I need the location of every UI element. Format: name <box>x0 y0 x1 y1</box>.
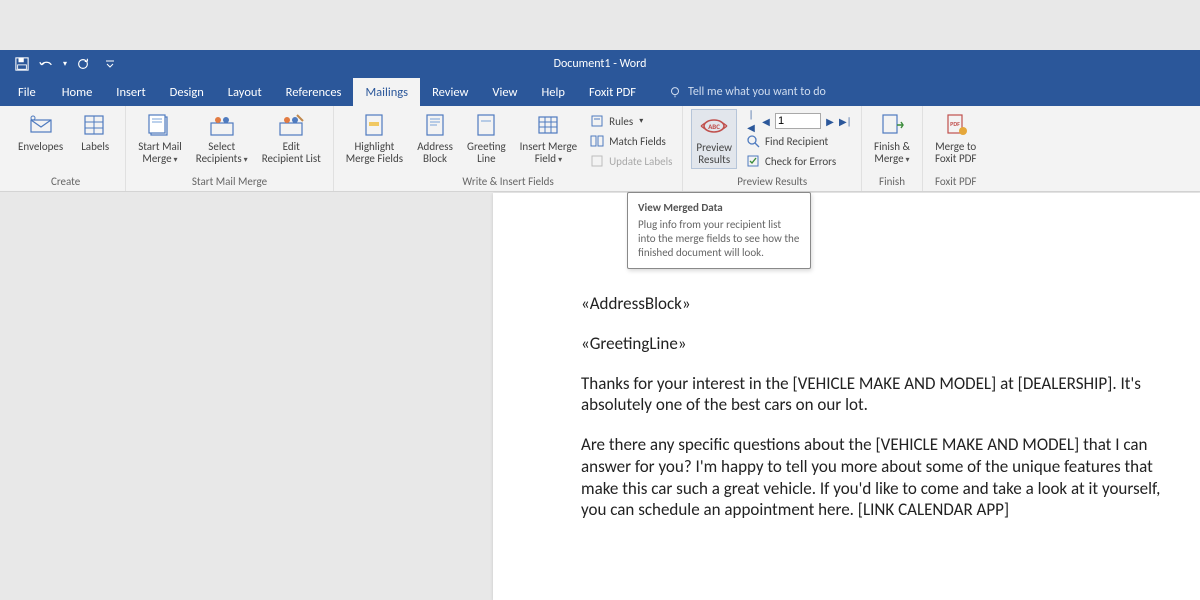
group-preview-label: Preview Results <box>691 175 853 189</box>
group-preview-results: ABC PreviewResults |◀ ◀ ▶ ▶| Find Recipi… <box>683 106 862 191</box>
tooltip-title: View Merged Data <box>638 201 800 214</box>
match-icon <box>589 133 605 149</box>
select-recipients-button[interactable]: SelectRecipients▾ <box>192 109 252 168</box>
tab-help[interactable]: Help <box>529 78 576 106</box>
foxit-pdf-icon: PDF <box>941 111 971 139</box>
tab-foxit[interactable]: Foxit PDF <box>577 78 648 106</box>
rules-button[interactable]: Rules▾ <box>587 111 674 131</box>
group-start-label: Start Mail Merge <box>134 175 325 189</box>
bulb-icon <box>668 85 682 99</box>
document-page[interactable]: «AddressBlock» «GreetingLine» Thanks for… <box>493 193 1200 600</box>
group-finish: Finish &Merge▾ Finish <box>862 106 923 191</box>
write-small-buttons: Rules▾ Match Fields Update Labels <box>587 109 674 171</box>
edit-recipient-list-button[interactable]: EditRecipient List <box>258 109 325 167</box>
group-create-label: Create <box>14 175 117 189</box>
address-block-icon <box>420 111 450 139</box>
envelopes-button[interactable]: Envelopes <box>14 109 67 155</box>
check-errors-button[interactable]: Check for Errors <box>743 151 853 171</box>
start-mail-merge-button[interactable]: Start MailMerge▾ <box>134 109 186 168</box>
tab-file[interactable]: File <box>10 78 50 106</box>
find-recipient-button[interactable]: Find Recipient <box>743 131 853 151</box>
customize-qat-icon[interactable] <box>105 59 115 69</box>
titlebar: ▾ Document1 - Word <box>0 50 1200 78</box>
highlight-merge-fields-button[interactable]: HighlightMerge Fields <box>342 109 407 167</box>
preview-results-icon: ABC <box>699 112 729 140</box>
group-write-label: Write & Insert Fields <box>342 175 675 189</box>
tabs-row: File Home Insert Design Layout Reference… <box>0 78 1200 106</box>
update-labels-button: Update Labels <box>587 151 674 171</box>
undo-dropdown-icon[interactable]: ▾ <box>63 59 67 69</box>
tab-design[interactable]: Design <box>158 78 216 106</box>
preview-small-buttons: |◀ ◀ ▶ ▶| Find Recipient Check for Error… <box>743 109 853 171</box>
group-write-insert: HighlightMerge Fields AddressBlock Greet… <box>334 106 684 191</box>
ribbon: Envelopes Labels Create Start MailMerg <box>0 106 1200 192</box>
tell-me-text: Tell me what you want to do <box>688 85 826 99</box>
tab-insert[interactable]: Insert <box>104 78 157 106</box>
group-foxit: PDF Merge toFoxit PDF Foxit PDF <box>923 106 988 191</box>
field-greeting-line: «GreetingLine» <box>581 333 1180 355</box>
find-recipient-icon <box>745 133 761 149</box>
record-number-input[interactable] <box>775 113 821 129</box>
insert-merge-field-button[interactable]: Insert MergeField▾ <box>516 109 581 168</box>
tooltip-view-merged-data: View Merged Data Plug info from your rec… <box>627 192 811 269</box>
greeting-icon <box>471 111 501 139</box>
tooltip-body: Plug info from your recipient list into … <box>638 218 800 260</box>
check-errors-icon <box>745 153 761 169</box>
tab-references[interactable]: References <box>274 78 354 106</box>
prev-record-icon[interactable]: ◀ <box>760 115 772 128</box>
record-navigation: |◀ ◀ ▶ ▶| <box>743 111 853 131</box>
address-block-button[interactable]: AddressBlock <box>413 109 457 167</box>
tab-layout[interactable]: Layout <box>216 78 274 106</box>
insert-field-icon <box>533 111 563 139</box>
update-labels-icon <box>589 153 605 169</box>
window-title: Document1 - Word <box>554 57 647 71</box>
highlight-icon <box>359 111 389 139</box>
finish-merge-icon <box>877 111 907 139</box>
envelope-icon <box>26 111 56 139</box>
start-merge-icon <box>145 111 175 139</box>
undo-icon[interactable] <box>38 57 54 71</box>
last-record-icon[interactable]: ▶| <box>839 115 851 128</box>
preview-results-button[interactable]: ABC PreviewResults <box>691 109 737 169</box>
body-paragraph-2: Are there any specific questions about t… <box>581 434 1180 521</box>
rules-icon <box>589 113 605 129</box>
svg-text:PDF: PDF <box>950 120 960 128</box>
merge-to-foxit-button[interactable]: PDF Merge toFoxit PDF <box>931 109 980 167</box>
group-create: Envelopes Labels Create <box>6 106 126 191</box>
tell-me[interactable]: Tell me what you want to do <box>668 78 826 106</box>
tab-mailings[interactable]: Mailings <box>353 78 420 106</box>
app-frame: ▾ Document1 - Word File Home Insert Desi… <box>0 0 1200 600</box>
select-recipients-icon <box>207 111 237 139</box>
svg-text:ABC: ABC <box>708 122 720 131</box>
labels-icon <box>80 111 110 139</box>
tab-review[interactable]: Review <box>420 78 480 106</box>
next-record-icon[interactable]: ▶ <box>824 115 836 128</box>
group-start-mail-merge: Start MailMerge▾ SelectRecipients▾ EditR… <box>126 106 334 191</box>
redo-icon[interactable] <box>76 57 90 71</box>
group-finish-label: Finish <box>870 175 914 189</box>
match-fields-button[interactable]: Match Fields <box>587 131 674 151</box>
tab-view[interactable]: View <box>480 78 529 106</box>
field-address-block: «AddressBlock» <box>581 293 1180 315</box>
tab-home[interactable]: Home <box>50 78 105 106</box>
edit-recipients-icon <box>276 111 306 139</box>
greeting-line-button[interactable]: GreetingLine <box>463 109 510 167</box>
finish-merge-button[interactable]: Finish &Merge▾ <box>870 109 914 168</box>
labels-button[interactable]: Labels <box>73 109 117 155</box>
document-body: «AddressBlock» «GreetingLine» Thanks for… <box>493 193 1200 559</box>
group-foxit-label: Foxit PDF <box>931 175 980 189</box>
body-paragraph-1: Thanks for your interest in the [VEHICLE… <box>581 373 1180 417</box>
save-icon[interactable] <box>15 57 29 71</box>
